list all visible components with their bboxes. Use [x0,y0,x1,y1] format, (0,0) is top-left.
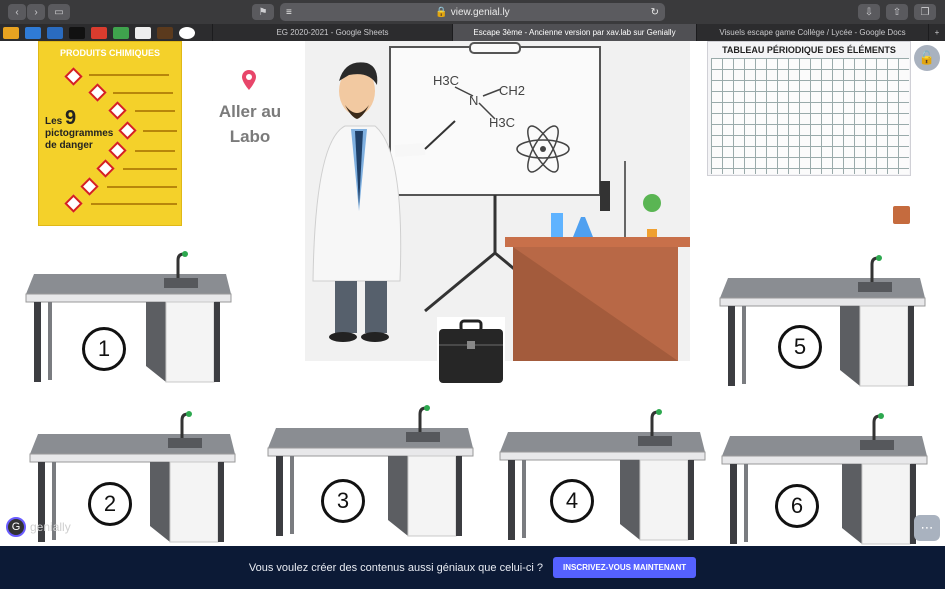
bench-number-5[interactable]: 5 [778,325,822,369]
tab-docs[interactable]: Visuels escape game Collège / Lycée - Go… [696,24,928,41]
formula-ch2: CH2 [499,83,526,98]
poster-title: PRODUITS CHIMIQUES [59,48,160,58]
bookmark-favicon[interactable] [25,26,41,39]
banner-text: Vous voulez créer des contenus aussi gén… [248,561,543,574]
signup-banner: Vous voulez créer des contenus aussi gén… [0,546,945,589]
go-to-lab-link[interactable]: Aller au Labo [210,99,290,149]
bench-number-6[interactable]: 6 [775,484,819,528]
hazard-pictogram-icon [108,101,127,120]
genially-stage: PRODUITS CHIMIQUES Les 9 pictogrammes de… [0,41,945,546]
poster-text-line [89,74,169,76]
bookmark-favicon[interactable] [135,26,151,39]
poster-text-line [135,150,175,152]
periodic-table[interactable]: TABLEAU PÉRIODIQUE DES ÉLÉMENTS [707,41,911,176]
bench-number-2[interactable]: 2 [88,482,132,526]
back-button[interactable]: ‹ [8,4,26,20]
hazard-pictogram-icon [108,141,127,160]
bench-number-1[interactable]: 1 [82,327,126,371]
more-options-icon[interactable]: ⋯ [914,515,940,541]
periodic-table-title: TABLEAU PÉRIODIQUE DES ÉLÉMENTS [722,45,896,55]
go-to-lab-line2: Labo [229,127,271,146]
poster-subtitle-prefix: Les [45,116,63,127]
hazard-pictogram-icon [64,67,83,86]
poster-text-line [143,130,177,132]
reload-icon[interactable]: ↻ [651,7,659,18]
bookmark-favicon[interactable] [3,26,19,39]
tabs-overview-icon[interactable]: ❐ [914,4,936,20]
bookmark-tag-icon[interactable] [893,206,910,224]
hazard-pictogram-icon [96,159,115,178]
bookmark-favicon[interactable] [113,26,129,39]
share-icon[interactable]: ⇧ [886,4,908,20]
genially-logo-text: genially [30,520,71,534]
poster-text-line [113,92,173,94]
reader-icon[interactable]: ≡ [286,7,292,18]
tab-sheets[interactable]: EG 2020-2021 - Google Sheets [212,24,452,41]
unlock-icon[interactable]: 🔓 [914,45,940,71]
hazard-pictogram-icon [88,83,107,102]
bookmark-favicon[interactable] [157,26,173,39]
go-to-lab-line1: Aller au [218,102,282,121]
periodic-table-grid [711,58,909,174]
genially-logo[interactable]: G genially [6,517,71,537]
tab-label: Visuels escape game Collège / Lycée - Go… [719,28,906,37]
google-icon[interactable] [179,26,195,39]
shield-icon[interactable]: ⚑ [252,4,274,20]
sidebar-toggle-button[interactable]: ▭ [48,4,70,20]
screen: ‹ › ▭ ⚑ ≡ 🔒 view.genial.ly ↻ ⇩ ⇧ ❐ EG 20… [0,0,945,589]
bookmark-favicon[interactable] [47,26,63,39]
bookmark-favicons [0,24,212,41]
new-tab-button[interactable]: + [928,24,945,41]
bench-6[interactable] [720,411,929,546]
formula-h3c-bottom: H3C [489,115,516,130]
chemical-poster[interactable]: PRODUITS CHIMIQUES Les 9 pictogrammes de… [38,41,182,226]
hazard-pictogram-icon [80,177,99,196]
url-text: view.genial.ly [450,6,510,18]
tab-genially[interactable]: Escape 3ème - Ancienne version par xav.l… [452,24,696,41]
bench-4[interactable] [498,407,707,542]
forward-button[interactable]: › [27,4,45,20]
tab-label: Escape 3ème - Ancienne version par xav.l… [473,28,676,37]
poster-text-line [107,186,177,188]
bookmark-favicon[interactable] [69,26,85,39]
poster-subtitle-rest: pictogrammes de danger [45,128,114,151]
bench-number-3[interactable]: 3 [321,479,365,523]
genially-logo-icon: G [6,517,26,537]
bench-number-4[interactable]: 4 [550,479,594,523]
location-pin-icon[interactable] [241,69,257,91]
signup-button[interactable]: INSCRIVEZ-VOUS MAINTENANT [553,557,697,578]
tab-label: EG 2020-2021 - Google Sheets [276,28,389,37]
whiteboard-formula: H3C N CH2 H3C [433,73,553,133]
download-icon[interactable]: ⇩ [858,4,880,20]
formula-n: N [469,93,479,108]
bookmark-favicon[interactable] [91,26,107,39]
plus-icon: + [934,28,940,37]
tab-bar: EG 2020-2021 - Google Sheets Escape 3ème… [0,24,945,41]
poster-subtitle-number: 9 [65,107,77,129]
bench-5[interactable] [718,253,927,388]
bench-1[interactable] [24,249,233,384]
hazard-pictogram-icon [118,121,137,140]
browser-toolbar: ‹ › ▭ ⚑ ≡ 🔒 view.genial.ly ↻ ⇩ ⇧ ❐ [0,0,945,24]
hazard-pictogram-icon [64,194,83,213]
poster-text-line [135,110,175,112]
poster-text-line [123,168,177,170]
bench-3[interactable] [266,403,475,538]
poster-text-line [91,203,177,205]
formula-h3c-left: H3C [433,73,460,88]
poster-subtitle: Les 9 pictogrammes de danger [45,108,113,152]
address-bar[interactable]: ≡ 🔒 view.genial.ly ↻ [280,3,665,21]
lock-icon: 🔒 [435,6,448,18]
